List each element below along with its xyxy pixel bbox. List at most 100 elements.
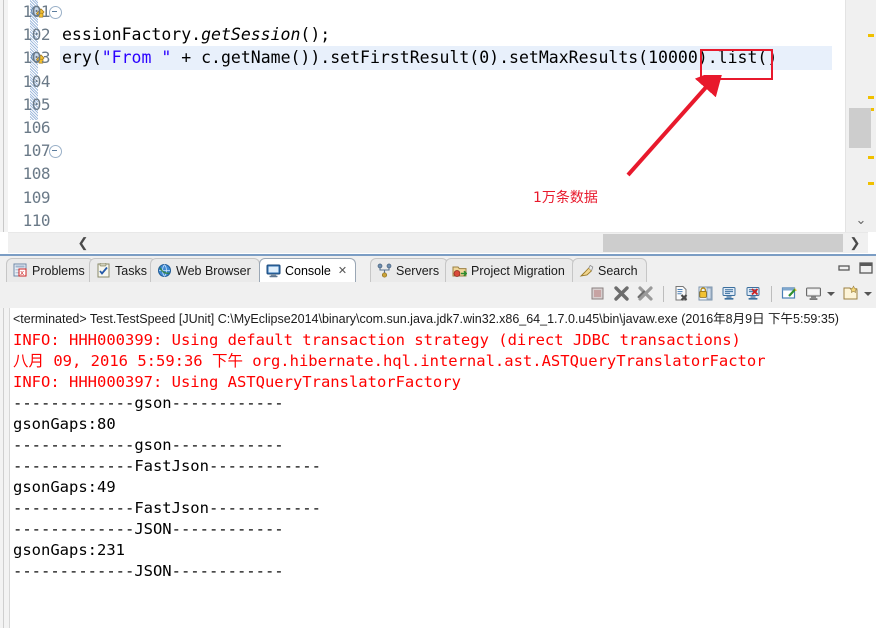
overview-marker xyxy=(868,182,874,185)
console-line: gsonGaps:49 xyxy=(13,478,116,496)
console-toolbar-icons xyxy=(589,285,872,302)
line-number: 108 xyxy=(22,164,51,184)
code-method-name: getSession xyxy=(201,25,301,45)
tab-label: Problems xyxy=(32,263,85,278)
clear-console-icon[interactable] xyxy=(673,285,690,302)
pin-console-icon[interactable] xyxy=(721,285,738,302)
scroll-down-icon[interactable]: ⌄ xyxy=(854,213,868,226)
code-text: (); xyxy=(300,25,331,45)
console-line: -------------FastJson------------ xyxy=(13,499,321,517)
editor-vertical-scrollbar[interactable]: ⌄ xyxy=(845,0,876,232)
console-line: 八月 09, 2016 5:59:36 下午 org.hibernate.hql… xyxy=(13,352,766,370)
code-line[interactable] xyxy=(60,186,832,209)
line-number: 105 xyxy=(22,94,51,114)
line-number: 109 xyxy=(22,187,51,207)
remove-launch-icon[interactable] xyxy=(613,285,630,302)
annotation-arrow-icon xyxy=(626,75,724,177)
code-text: essionFactory. xyxy=(62,25,202,45)
minimize-icon[interactable] xyxy=(836,260,852,276)
line-number: 107 xyxy=(22,141,51,161)
terminate-icon[interactable] xyxy=(589,285,606,302)
console-line: -------------gson------------ xyxy=(13,394,284,412)
annotation-note: 1万条数据 xyxy=(533,190,598,206)
console-left-edge xyxy=(0,308,10,628)
scroll-left-icon[interactable]: ❮ xyxy=(72,233,94,253)
console-toolbar xyxy=(0,282,876,309)
code-line[interactable]: essionFactory.getSession(); xyxy=(60,23,832,46)
tab-label: Web Browser xyxy=(176,263,251,278)
tab-label: Search xyxy=(598,263,638,278)
console-view: x Problems Tasks Web Browser Console ✕ S… xyxy=(0,256,876,628)
console-text[interactable]: <terminated> Test.TestSpeed [JUnit] C:\M… xyxy=(13,308,876,628)
console-output-area[interactable]: <terminated> Test.TestSpeed [JUnit] C:\M… xyxy=(0,308,876,628)
code-editor-pane: 101 102 103 104 105 106 107 108 109 110 … xyxy=(0,0,876,256)
close-icon[interactable]: ✕ xyxy=(338,264,347,277)
tasks-icon xyxy=(96,262,111,278)
line-number: 102 xyxy=(22,25,51,45)
editor-horizontal-scrollbar[interactable]: ❮ ❯ xyxy=(8,232,868,253)
problems-icon: x xyxy=(13,263,28,278)
chevron-down-icon[interactable] xyxy=(827,291,835,296)
servers-icon xyxy=(377,263,392,278)
tab-project-migration[interactable]: Project Migration xyxy=(445,258,574,282)
toolbar-separator xyxy=(771,285,772,302)
code-string-literal: "From " xyxy=(101,48,172,68)
gutter-line: 109 xyxy=(8,186,60,209)
tab-web-browser[interactable]: Web Browser xyxy=(150,258,260,282)
code-line[interactable] xyxy=(60,0,832,23)
open-console-icon[interactable] xyxy=(805,285,822,302)
view-control-buttons xyxy=(836,260,874,276)
gutter-line: 107 xyxy=(8,139,62,162)
tab-label: Console xyxy=(285,263,331,278)
code-line-highlighted[interactable]: ery("From " + c.getName()).setFirstResul… xyxy=(60,46,832,70)
line-number: 106 xyxy=(22,117,51,137)
scrollbar-thumb[interactable] xyxy=(849,108,871,148)
tab-tasks[interactable]: Tasks xyxy=(89,258,156,282)
line-number: 103 xyxy=(22,48,51,68)
code-text: ery( xyxy=(62,48,102,68)
search-icon xyxy=(579,263,594,278)
gutter-line: 102 xyxy=(8,23,60,46)
console-line: -------------gson------------ xyxy=(13,436,284,454)
remove-all-terminated-icon[interactable] xyxy=(637,285,654,302)
gutter-line: 106 xyxy=(8,116,60,139)
tab-label: Project Migration xyxy=(471,263,565,278)
display-selected-console-icon[interactable] xyxy=(781,285,798,302)
new-console-view-icon[interactable] xyxy=(842,285,859,302)
view-tab-bar: x Problems Tasks Web Browser Console ✕ S… xyxy=(0,256,876,283)
close-console-icon[interactable] xyxy=(745,285,762,302)
code-line[interactable] xyxy=(60,209,832,232)
maximize-icon[interactable] xyxy=(858,260,874,276)
console-line: -------------FastJson------------ xyxy=(13,457,321,475)
scrollbar-thumb[interactable] xyxy=(603,234,843,252)
web-browser-icon xyxy=(157,263,172,278)
gutter-line: 101 xyxy=(8,0,62,23)
toolbar-separator xyxy=(663,285,664,302)
chevron-down-icon[interactable] xyxy=(864,291,872,296)
scroll-lock-icon[interactable] xyxy=(697,285,714,302)
line-number: 110 xyxy=(22,210,51,230)
scroll-right-icon[interactable]: ❯ xyxy=(844,233,866,253)
code-text: + c.getName()).setFirstResult(0).setMaxR… xyxy=(171,48,778,68)
tab-console[interactable]: Console ✕ xyxy=(259,258,357,282)
gutter-line: 108 xyxy=(8,162,60,185)
console-line: -------------JSON------------ xyxy=(13,562,284,580)
line-number: 104 xyxy=(22,71,51,91)
gutter-line: 105 xyxy=(8,93,60,116)
tab-search[interactable]: Search xyxy=(572,258,647,282)
overview-marker xyxy=(868,156,874,159)
tab-servers[interactable]: Servers xyxy=(370,258,449,282)
gutter-line: 110 xyxy=(8,209,60,232)
console-icon xyxy=(266,263,281,278)
gutter-line: 103 xyxy=(8,46,60,69)
console-process-line: <terminated> Test.TestSpeed [JUnit] C:\M… xyxy=(13,312,839,326)
console-line: INFO: HHH000397: Using ASTQueryTranslato… xyxy=(13,373,461,391)
overview-marker xyxy=(868,96,874,99)
line-number: 101 xyxy=(22,2,51,21)
editor-frame: 101 102 103 104 105 106 107 108 109 110 … xyxy=(0,0,876,232)
tab-problems[interactable]: x Problems xyxy=(6,258,94,282)
line-number-gutter: 101 102 103 104 105 106 107 108 109 110 xyxy=(8,0,62,232)
tab-label: Servers xyxy=(396,263,440,278)
svg-text:x: x xyxy=(20,269,24,277)
tab-label: Tasks xyxy=(115,263,147,278)
